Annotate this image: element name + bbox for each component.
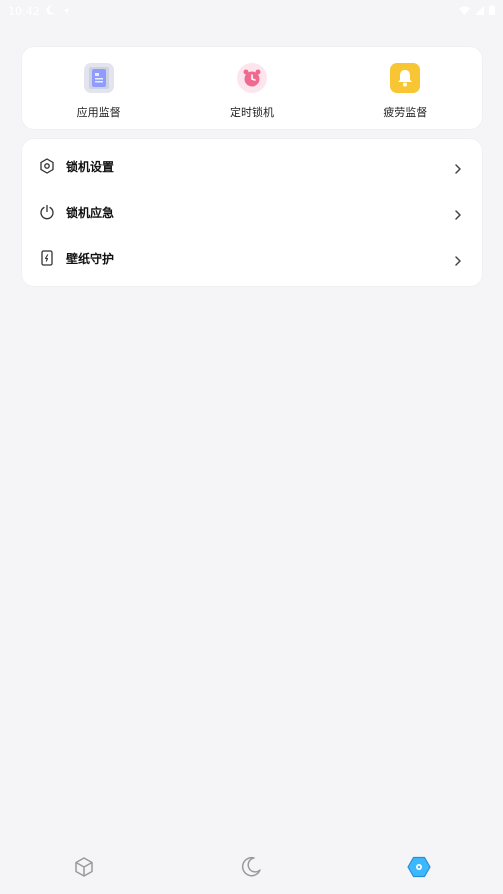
bottom-navigation: [0, 844, 503, 894]
navigation-status-icon: [62, 5, 70, 18]
quick-action-fatigue-supervision[interactable]: 疲劳监督: [329, 47, 482, 129]
menu-item-wallpaper-guard[interactable]: 壁纸守护: [22, 235, 482, 281]
chevron-right-icon: [452, 252, 464, 266]
power-icon: [38, 203, 56, 221]
app-doc-icon: [83, 63, 114, 93]
menu-item-label: 锁机设置: [66, 159, 115, 174]
quick-action-label: 定时锁机: [229, 106, 274, 119]
chevron-right-icon: [452, 206, 464, 220]
quick-action-timed-lock[interactable]: 定时锁机: [175, 47, 328, 129]
quick-action-app-supervision[interactable]: 应用监督: [22, 47, 175, 129]
menu-item-lock-emergency[interactable]: 锁机应急: [22, 189, 482, 235]
cube-icon: [72, 855, 96, 883]
hexagon-settings-icon: [406, 854, 432, 884]
menu-item-lock-settings[interactable]: 锁机设置: [22, 143, 482, 189]
wifi-icon: [459, 5, 470, 18]
moon-status-icon: [46, 5, 56, 18]
hexagon-gear-icon: [38, 157, 56, 175]
phone-charge-icon: [38, 249, 56, 267]
battery-icon: [489, 4, 495, 18]
nav-tab-cube[interactable]: [64, 849, 104, 889]
moon-icon: [239, 855, 263, 883]
settings-menu-card: 锁机设置 锁机应急 壁纸守护: [22, 139, 482, 286]
nav-tab-settings[interactable]: [399, 849, 439, 889]
status-bar: 10:42: [0, 0, 503, 22]
menu-item-label: 锁机应急: [66, 205, 115, 220]
signal-icon: [475, 5, 484, 18]
quick-action-label: 疲劳监督: [383, 106, 428, 119]
chevron-right-icon: [452, 160, 464, 174]
alarm-clock-icon: [236, 63, 267, 93]
bell-icon: [390, 63, 421, 93]
nav-tab-moon[interactable]: [231, 849, 271, 889]
status-time: 10:42: [8, 4, 40, 18]
quick-action-label: 应用监督: [76, 106, 121, 119]
menu-item-label: 壁纸守护: [66, 251, 115, 266]
quick-actions-card: 应用监督 定时锁机 疲劳监督: [22, 47, 482, 129]
